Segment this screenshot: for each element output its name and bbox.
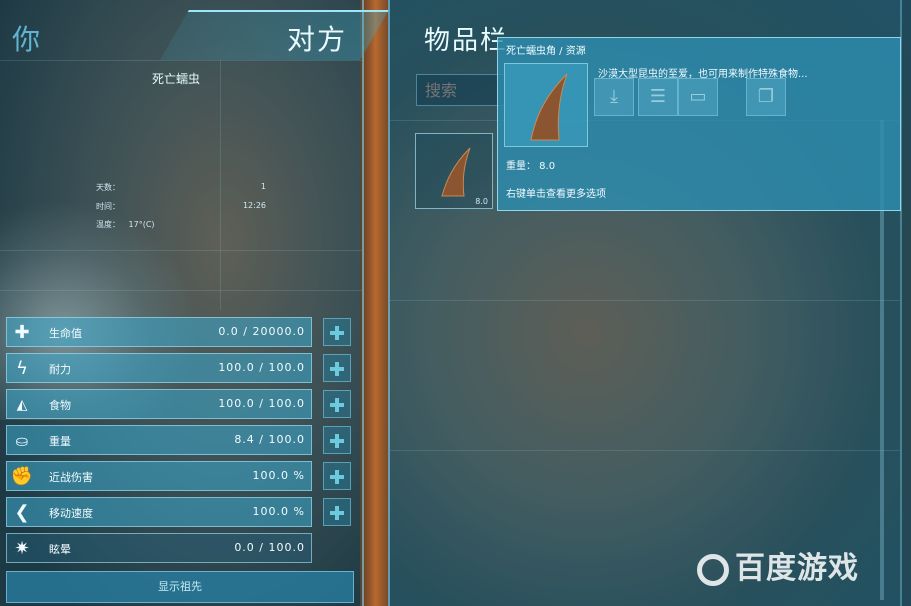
stat-label: 食物: [49, 399, 71, 412]
add-health-button[interactable]: [323, 318, 351, 346]
tab-you[interactable]: 你: [12, 18, 42, 58]
slot-weight: 8.0: [475, 197, 488, 206]
deathworm-horn-icon: [530, 73, 568, 141]
stat-melee-damage: ✊ 近战伤害 100.0 %: [6, 461, 312, 491]
stat-value: 100.0 / 100.0: [218, 361, 305, 374]
stat-torpor: ✷ 眩晕 0.0 / 100.0: [6, 533, 312, 563]
add-food-button[interactable]: [323, 390, 351, 418]
stat-value: 0.0 / 20000.0: [218, 325, 305, 338]
title-bar-decoration: [160, 10, 389, 60]
tooltip-item-image: [504, 63, 588, 147]
stat-label: 重量: [49, 435, 71, 448]
tooltip-header: 死亡蠕虫角 / 资源: [506, 46, 586, 57]
show-ancestors-button[interactable]: 显示祖先: [6, 571, 354, 603]
stat-weight: ⛀ 重量 8.4 / 100.0: [6, 425, 312, 455]
info-label: 时间：: [96, 202, 120, 211]
info-label: 天数：: [96, 183, 120, 192]
add-speed-button[interactable]: [323, 498, 351, 526]
grid-line: [390, 300, 900, 301]
fist-icon: ✊: [10, 466, 34, 487]
item-tooltip: 死亡蠕虫角 / 资源 沙漠大型昆虫的至爱，也可用来制作特殊食物... ⤓ ☰ ▭…: [497, 37, 901, 211]
stat-value: 100.0 %: [252, 505, 305, 518]
tooltip-hint: 右键单击查看更多选项: [506, 189, 606, 200]
stack-icon[interactable]: ❐: [746, 78, 786, 116]
stat-movement-speed: ❮ 移动速度 100.0 %: [6, 497, 312, 527]
stat-value: 0.0 / 100.0: [234, 541, 305, 554]
stat-label: 移动速度: [49, 507, 93, 520]
background-divider: [360, 0, 388, 606]
transfer-icon[interactable]: ⤓: [594, 78, 634, 116]
plus-icon: ✚: [14, 322, 30, 343]
info-label: 温度：: [96, 220, 120, 229]
weight-icon: ⛀: [15, 432, 29, 450]
stat-food: ◭ 食物 100.0 / 100.0: [6, 389, 312, 419]
grid-line: [0, 250, 362, 251]
info-value: 12:26: [242, 201, 266, 210]
stat-label: 生命值: [49, 327, 82, 340]
baidu-logo-icon: [697, 553, 729, 586]
stat-label: 近战伤害: [49, 471, 93, 484]
add-melee-button[interactable]: [323, 462, 351, 490]
inventory-title: 物品栏: [424, 26, 509, 56]
stat-value: 100.0 %: [252, 469, 305, 482]
add-weight-button[interactable]: [323, 426, 351, 454]
stat-label: 耐力: [49, 363, 71, 376]
folder-icon[interactable]: ▭: [678, 78, 718, 116]
watermark-text: 百度游戏: [735, 551, 859, 586]
tab-opponent[interactable]: 对方: [287, 18, 347, 58]
tooltip-weight: 重量： 8.0: [506, 161, 556, 172]
add-stamina-button[interactable]: [323, 354, 351, 382]
info-value: 1: [260, 182, 266, 191]
grid-line: [0, 290, 362, 291]
inventory-slot[interactable]: 8.0: [415, 133, 493, 209]
sort-icon[interactable]: ☰: [638, 78, 678, 116]
stat-value: 100.0 / 100.0: [218, 397, 305, 410]
food-icon: ◭: [16, 397, 28, 413]
info-time: 时间： 12:26: [96, 201, 266, 212]
info-value: 17°(C): [128, 220, 155, 229]
stat-health: ✚ 生命值 0.0 / 20000.0: [6, 317, 312, 347]
speed-icon: ❮: [14, 502, 30, 523]
character-name: 死亡蠕虫: [152, 72, 201, 86]
stat-value: 8.4 / 100.0: [234, 433, 305, 446]
stat-stamina: ϟ 耐力 100.0 / 100.0: [6, 353, 312, 383]
lightning-icon: ϟ: [16, 358, 28, 379]
info-days: 天数： 1: [96, 182, 266, 193]
stat-label: 眩晕: [49, 543, 71, 556]
grid-line: [390, 450, 900, 451]
info-temperature: 温度： 17°(C): [96, 219, 186, 230]
inventory-search-input[interactable]: [416, 74, 506, 106]
stun-icon: ✷: [14, 538, 30, 559]
grid-line: [0, 60, 362, 61]
watermark: 百度游戏: [697, 543, 859, 587]
